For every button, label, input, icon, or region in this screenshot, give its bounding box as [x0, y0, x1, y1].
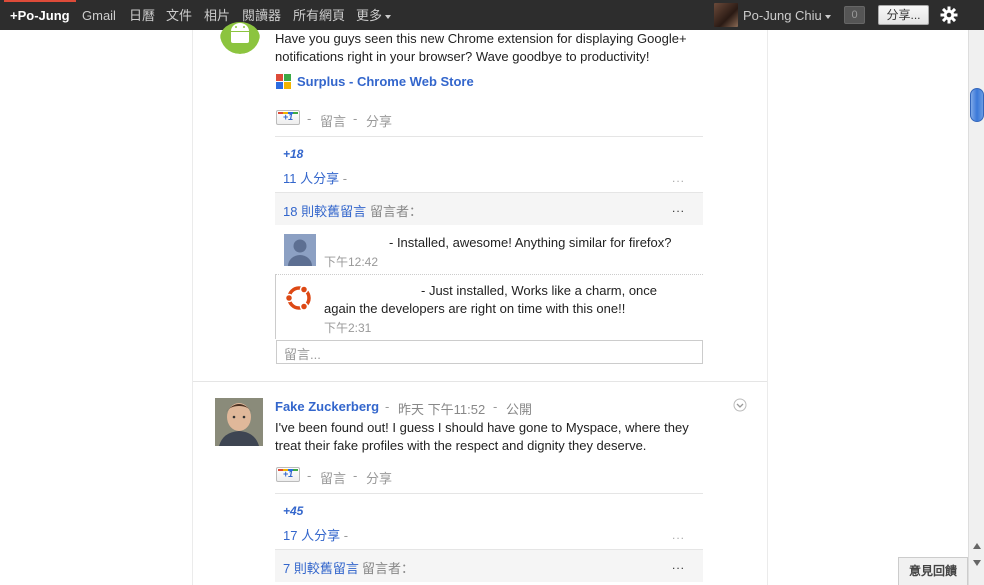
share-count[interactable]: 11 人分享 - — [283, 168, 347, 187]
plus-one-count[interactable]: +45 — [283, 504, 303, 518]
older-comments-link[interactable]: 18 則較舊留言 — [283, 201, 366, 220]
separator: - — [493, 399, 498, 414]
comment-time[interactable]: 下午12:42 — [324, 253, 378, 270]
comment-text-line2: again the developers are right on time w… — [324, 301, 626, 316]
gear-icon[interactable] — [940, 6, 958, 24]
separator: - — [385, 399, 390, 414]
comment-link[interactable]: 留言 — [320, 468, 346, 487]
chrome-store-icon — [276, 74, 291, 89]
separator: - — [353, 111, 358, 126]
user-account-menu[interactable]: Po-Jung Chiu — [737, 0, 837, 30]
default-user-avatar[interactable] — [284, 234, 316, 266]
commenters-label: 留言者： — [370, 204, 423, 219]
post-text: Have you guys seen this new Chrome exten… — [275, 31, 687, 64]
scrollbar-thumb[interactable] — [970, 88, 984, 122]
post-text: I've been found out! I guess I should ha… — [275, 420, 689, 453]
older-comments-bar: 18 則較舊留言 留言者： ... — [275, 192, 703, 225]
share-count-label: 17 人分享 — [283, 528, 341, 543]
gbar-web-link[interactable]: 所有網頁 — [287, 0, 351, 30]
scroll-up-arrow[interactable] — [973, 543, 981, 549]
gbar-docs-link[interactable]: 文件 — [160, 0, 198, 30]
separator: - — [353, 468, 358, 483]
share-count-label: 11 人分享 — [283, 171, 340, 186]
chevron-down-icon — [385, 14, 392, 19]
gbar-profile-link[interactable]: +Po-Jung — [4, 0, 76, 30]
comment-text-line1: - Just installed, Works like a charm, on… — [421, 283, 658, 298]
user-name: Po-Jung Chiu — [743, 8, 822, 23]
commenters-label: 留言者： — [362, 561, 415, 576]
chevron-down-icon — [824, 14, 831, 19]
post-divider — [193, 381, 767, 382]
gbar-more-menu[interactable]: 更多 — [350, 0, 397, 30]
more-commenters-button[interactable]: ... — [672, 201, 685, 215]
older-comments-link[interactable]: 7 則較舊留言 — [283, 558, 359, 577]
separator: - — [307, 468, 312, 483]
google-bar: +Po-Jung Gmail 日曆 文件 相片 閱讀器 所有網頁 更多 Po-J… — [0, 0, 984, 30]
plus-one-button[interactable]: +1 — [276, 467, 300, 482]
notification-count-button[interactable]: 0 — [844, 6, 865, 24]
separator: - — [343, 528, 349, 543]
older-comments-bar: 7 則較舊留言 留言者： ... — [275, 549, 703, 582]
gbar-more-label: 更多 — [356, 8, 383, 23]
post-link[interactable]: Surplus - Chrome Web Store — [297, 74, 474, 89]
share-link[interactable]: 分享 — [366, 468, 392, 487]
post-author-link[interactable]: Fake Zuckerberg — [275, 399, 379, 414]
stream-column: Have you guys seen this new Chrome exten… — [192, 22, 768, 585]
more-sharers-button[interactable]: ... — [672, 171, 685, 185]
comment-time[interactable]: 下午2:31 — [324, 319, 371, 336]
android-avatar[interactable] — [220, 22, 260, 54]
more-sharers-button[interactable]: ... — [672, 528, 685, 542]
post-menu-chevron-icon[interactable] — [733, 398, 747, 412]
post-timestamp[interactable]: 昨天 下午11:52 — [398, 399, 485, 418]
fake-zuckerberg-avatar[interactable] — [215, 398, 263, 446]
share-count[interactable]: 17 人分享 - — [283, 525, 348, 544]
comment-text: - Installed, awesome! Anything similar f… — [389, 235, 672, 250]
comment-divider — [275, 274, 703, 275]
separator: - — [307, 111, 312, 126]
scroll-down-arrow[interactable] — [973, 560, 981, 566]
plus-one-count[interactable]: +18 — [283, 147, 303, 161]
comment-link[interactable]: 留言 — [320, 111, 346, 130]
plus-one-button[interactable]: +1 — [276, 110, 300, 125]
comment-input[interactable]: 留言... — [276, 340, 703, 364]
gbar-calendar-link[interactable]: 日曆 — [123, 0, 161, 30]
engagement-box: +45 17 人分享 - ... — [275, 493, 703, 549]
more-commenters-button[interactable]: ... — [672, 558, 685, 572]
ubuntu-avatar[interactable] — [283, 282, 315, 314]
gbar-gmail-link[interactable]: Gmail — [76, 0, 122, 30]
page-scrollbar[interactable] — [968, 30, 984, 585]
engagement-box: +18 11 人分享 - ... — [275, 136, 703, 192]
comment-highlight-bar — [275, 275, 276, 339]
share-button[interactable]: 分享... — [878, 5, 929, 25]
share-link[interactable]: 分享 — [366, 111, 392, 130]
user-avatar[interactable] — [714, 3, 738, 27]
separator: - — [342, 171, 348, 186]
feedback-button[interactable]: 意見回饋 — [898, 557, 968, 585]
post-visibility[interactable]: 公開 — [506, 399, 532, 418]
